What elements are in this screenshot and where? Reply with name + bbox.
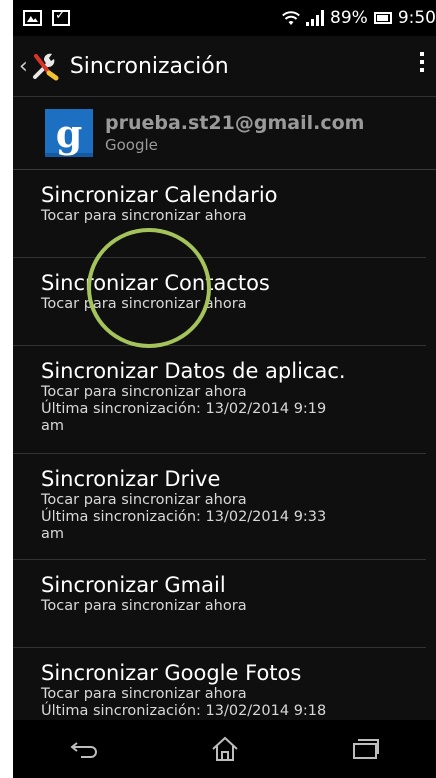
account-header: g prueba.st21@gmail.com Google bbox=[13, 97, 436, 170]
sync-item-title: Sincronizar Drive bbox=[41, 467, 221, 491]
account-type: Google bbox=[105, 136, 158, 154]
back-arrow-icon bbox=[69, 742, 97, 758]
account-email: prueba.st21@gmail.com bbox=[105, 112, 365, 134]
last-sync-text: Última sincronización: 13/02/2014 9:33 bbox=[41, 509, 327, 525]
gallery-notification-icon bbox=[23, 10, 42, 26]
recent-apps-icon bbox=[352, 739, 379, 759]
navigation-bar bbox=[13, 720, 436, 778]
last-sync-text: Última sincronización: 13/02/2014 9:19 bbox=[41, 401, 327, 417]
sync-item-title: Sincronizar Gmail bbox=[41, 573, 226, 597]
battery-icon bbox=[373, 12, 392, 24]
last-sync-suffix: am bbox=[41, 526, 65, 542]
google-logo-icon: g bbox=[45, 109, 93, 157]
sync-item-title: Sincronizar Datos de aplicac. bbox=[41, 359, 346, 383]
store-notification-icon bbox=[52, 8, 70, 26]
sync-item-calendar[interactable]: Sincronizar Calendario Tocar para sincro… bbox=[13, 170, 426, 258]
signal-icon bbox=[306, 10, 325, 26]
sync-item-drive[interactable]: Sincronizar Drive Tocar para sincronizar… bbox=[13, 454, 426, 560]
wifi-icon bbox=[282, 11, 300, 25]
action-bar: ‹ Sincronización bbox=[13, 36, 436, 97]
back-chevron-icon[interactable]: ‹ bbox=[19, 54, 28, 79]
phone-screen: 89% 9:50 ‹ Sincronización g prueba.st21@… bbox=[13, 0, 436, 778]
sync-item-title: Sincronizar Google Fotos bbox=[41, 661, 302, 685]
sync-item-subtitle: Tocar para sincronizar ahora bbox=[41, 208, 247, 224]
last-sync-text: Última sincronización: 13/02/2014 9:18 bbox=[41, 703, 327, 719]
sync-item-subtitle: Tocar para sincronizar ahora bbox=[41, 296, 247, 312]
last-sync-suffix: am bbox=[41, 418, 65, 434]
battery-percent: 89% bbox=[330, 8, 368, 28]
sync-item-subtitle: Tocar para sincronizar ahora bbox=[41, 686, 247, 702]
home-button[interactable] bbox=[205, 734, 245, 764]
sync-item-subtitle: Tocar para sincronizar ahora bbox=[41, 492, 247, 508]
tools-icon[interactable] bbox=[30, 51, 60, 81]
sync-item-contacts[interactable]: Sincronizar Contactos Tocar para sincron… bbox=[13, 258, 426, 346]
overflow-menu-icon[interactable] bbox=[420, 52, 424, 72]
page-title: Sincronización bbox=[69, 53, 229, 79]
home-icon bbox=[211, 736, 238, 761]
sync-item-gmail[interactable]: Sincronizar Gmail Tocar para sincronizar… bbox=[13, 560, 426, 648]
sync-item-subtitle: Tocar para sincronizar ahora bbox=[41, 384, 247, 400]
sync-item-title: Sincronizar Contactos bbox=[41, 271, 270, 295]
sync-item-title: Sincronizar Calendario bbox=[41, 183, 278, 207]
sync-item-subtitle: Tocar para sincronizar ahora bbox=[41, 598, 247, 614]
recent-apps-button[interactable] bbox=[346, 734, 386, 764]
clock: 9:50 bbox=[397, 8, 436, 28]
back-button[interactable] bbox=[64, 734, 104, 764]
status-bar: 89% 9:50 bbox=[13, 0, 436, 36]
sync-item-app-data[interactable]: Sincronizar Datos de aplicac. Tocar para… bbox=[13, 346, 426, 454]
